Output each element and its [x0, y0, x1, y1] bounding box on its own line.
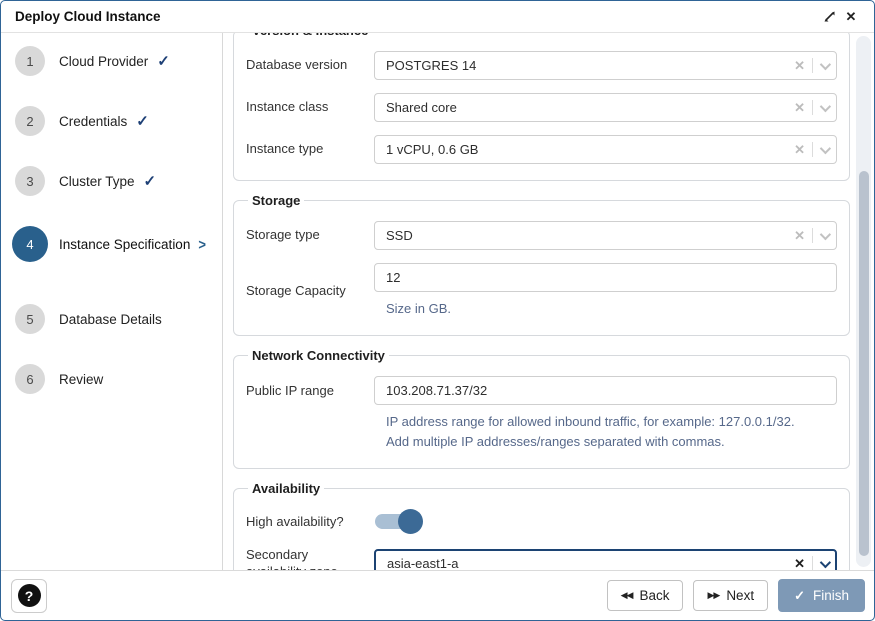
select-adornments: ✕	[794, 93, 828, 122]
public-ip-hint-line2: Add multiple IP addresses/ranges separat…	[386, 432, 837, 452]
field-storage-type: Storage type ✕	[246, 221, 837, 250]
field-instance-class: Instance class ✕	[246, 93, 837, 122]
section-version-instance: Version & Instance Database version ✕	[233, 33, 850, 181]
clear-icon[interactable]: ✕	[794, 101, 805, 114]
instance-class-select[interactable]	[374, 93, 837, 122]
field-label: Database version	[246, 57, 374, 73]
step-number-badge: 5	[15, 304, 45, 334]
adorn-divider	[812, 142, 813, 157]
dialog-titlebar: Deploy Cloud Instance ✕	[1, 1, 874, 33]
form-scroll-region: Version & Instance Database version ✕	[223, 33, 854, 570]
secondary-availability-zone-select[interactable]	[374, 549, 837, 570]
field-public-ip-range: Public IP range IP address range for all…	[246, 376, 837, 452]
chevron-right-icon: >	[198, 235, 206, 252]
wizard-steps-sidebar: 1 Cloud Provider ✓ 2 Credentials ✓ 3 Clu…	[1, 33, 223, 570]
field-label: Storage type	[246, 227, 374, 243]
back-button[interactable]: ◀◀ Back	[607, 580, 684, 611]
step-cloud-provider[interactable]: 1 Cloud Provider ✓	[15, 46, 222, 76]
adorn-divider	[812, 58, 813, 73]
step-label: Credentials	[59, 114, 127, 129]
check-icon: ✓	[144, 172, 157, 190]
step-label: Instance Specification	[59, 237, 190, 252]
section-legend: Network Connectivity	[248, 348, 389, 363]
public-ip-hint: IP address range for allowed inbound tra…	[386, 412, 837, 452]
clear-icon[interactable]: ✕	[794, 143, 805, 156]
step-label: Review	[59, 372, 103, 387]
step-instance-specification[interactable]: 4 Instance Specification >	[15, 226, 222, 262]
field-label: Public IP range	[246, 383, 374, 399]
dialog-body: 1 Cloud Provider ✓ 2 Credentials ✓ 3 Clu…	[1, 33, 874, 570]
step-cluster-type[interactable]: 3 Cluster Type ✓	[15, 166, 222, 196]
next-icon: ▶▶	[707, 590, 719, 601]
section-availability: Availability High availability? Secondar…	[233, 481, 850, 570]
step-label: Cloud Provider	[59, 54, 148, 69]
select-adornments: ✕	[794, 51, 828, 80]
deploy-cloud-instance-dialog: Deploy Cloud Instance ✕ 1 Cloud Provider…	[0, 0, 875, 621]
field-label: High availability?	[246, 514, 374, 530]
public-ip-range-input[interactable]	[374, 376, 837, 405]
step-database-details[interactable]: 5 Database Details	[15, 304, 222, 334]
adorn-divider	[812, 228, 813, 243]
clear-icon[interactable]: ✕	[794, 229, 805, 242]
step-number-badge: 4	[12, 226, 48, 262]
section-storage: Storage Storage type ✕	[233, 193, 850, 336]
select-adornments: ✕	[794, 549, 828, 570]
adorn-divider	[812, 556, 813, 570]
check-icon: ✓	[794, 588, 805, 604]
close-icon[interactable]: ✕	[840, 6, 862, 28]
back-button-label: Back	[639, 588, 669, 603]
help-button[interactable]: ?	[11, 579, 47, 613]
instance-type-select[interactable]	[374, 135, 837, 164]
check-icon: ✓	[157, 52, 170, 70]
dialog-footer: ? ◀◀ Back ▶▶ Next ✓ Finish	[1, 570, 874, 620]
storage-type-select[interactable]	[374, 221, 837, 250]
adorn-divider	[812, 100, 813, 115]
back-icon: ◀◀	[621, 590, 633, 601]
step-label: Cluster Type	[59, 174, 135, 189]
field-label: Instance class	[246, 99, 374, 115]
clear-icon[interactable]: ✕	[794, 59, 805, 72]
high-availability-toggle[interactable]	[375, 512, 417, 531]
next-button[interactable]: ▶▶ Next	[693, 580, 768, 611]
database-version-select[interactable]	[374, 51, 837, 80]
step-number-badge: 1	[15, 46, 45, 76]
dialog-title: Deploy Cloud Instance	[15, 9, 161, 24]
step-credentials[interactable]: 2 Credentials ✓	[15, 106, 222, 136]
step-number-badge: 6	[15, 364, 45, 394]
step-review[interactable]: 6 Review	[15, 364, 222, 394]
field-high-availability: High availability?	[246, 509, 837, 534]
storage-capacity-input[interactable]	[374, 263, 837, 292]
field-label: Secondary availability zone	[246, 547, 374, 570]
help-icon: ?	[18, 584, 41, 607]
select-adornments: ✕	[794, 221, 828, 250]
public-ip-hint-line1: IP address range for allowed inbound tra…	[386, 412, 837, 432]
toggle-knob	[398, 509, 423, 534]
section-legend: Storage	[248, 193, 304, 208]
storage-capacity-hint: Size in GB.	[386, 299, 837, 319]
vertical-scrollbar[interactable]	[856, 36, 871, 567]
section-legend: Availability	[248, 481, 324, 496]
clear-icon[interactable]: ✕	[794, 557, 805, 570]
field-storage-capacity: Storage Capacity Size in GB.	[246, 263, 837, 319]
section-legend: Version & Instance	[248, 33, 372, 38]
step-number-badge: 2	[15, 106, 45, 136]
form-area: Version & Instance Database version ✕	[223, 33, 874, 570]
finish-button-label: Finish	[813, 588, 849, 603]
field-secondary-availability-zone: Secondary availability zone ✕	[246, 547, 837, 570]
step-number-badge: 3	[15, 166, 45, 196]
scrollbar-thumb[interactable]	[859, 171, 869, 556]
select-adornments: ✕	[794, 135, 828, 164]
section-network-connectivity: Network Connectivity Public IP range IP …	[233, 348, 850, 469]
finish-button[interactable]: ✓ Finish	[778, 579, 865, 612]
step-label: Database Details	[59, 312, 162, 327]
field-label: Storage Capacity	[246, 283, 374, 299]
maximize-icon[interactable]	[818, 6, 840, 28]
field-database-version: Database version ✕	[246, 51, 837, 80]
field-instance-type: Instance type ✕	[246, 135, 837, 164]
field-label: Instance type	[246, 141, 374, 157]
check-icon: ✓	[136, 112, 149, 130]
next-button-label: Next	[726, 588, 754, 603]
